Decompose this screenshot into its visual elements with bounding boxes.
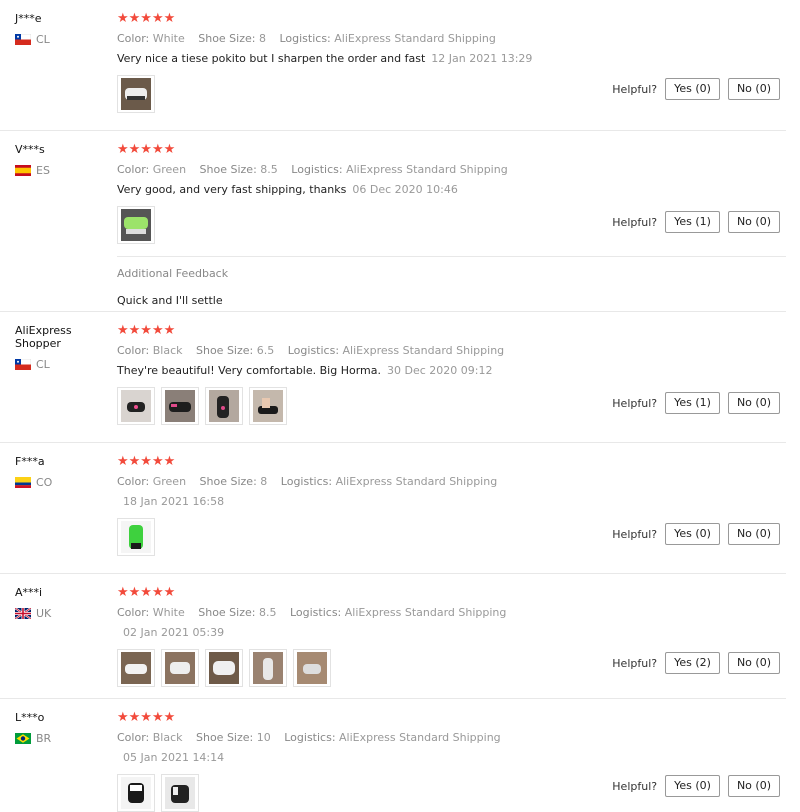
review-photo-thumbnail[interactable] [161,649,199,687]
flag-co-icon [15,477,31,488]
review-item: AliExpress Shopper CL ★★★★★ Color: Black… [0,312,786,443]
flag-es-icon [15,165,31,176]
review-text: Very good, and very fast shipping, thank… [117,183,458,196]
review-item: L***o BR ★★★★★ Color: Black Shoe Size: 1… [0,699,786,812]
reviewer-name: F***a [15,455,45,468]
flag-uk-icon [15,608,31,619]
reviewer-name: J***e [15,12,42,25]
flag-br-icon [15,733,31,744]
rating-stars: ★★★★★ [117,585,176,600]
reviewer-country: CO [15,476,115,489]
review-date: 18 Jan 2021 16:58 [123,495,225,508]
review-item: F***a CO ★★★★★ Color: Green Shoe Size: 8… [0,443,786,574]
review-item: A***i UK ★★★★★ Color: White Shoe Size: 8… [0,574,786,699]
helpful-yes-button[interactable]: Yes (0) [665,775,720,797]
review-photo-thumbnail[interactable] [249,649,287,687]
helpful-no-button[interactable]: No (0) [727,652,780,674]
review-photo-thumbnail[interactable] [293,649,331,687]
review-item: J***e CL ★★★★★ Color: White Shoe Size: 8… [0,0,786,131]
reviewer-country: BR [15,732,115,745]
review-photo-thumbnail[interactable] [205,387,243,425]
review-photo-thumbnail[interactable] [117,75,155,113]
review-photo-thumbnail[interactable] [249,387,287,425]
reviewer-country: UK [15,607,115,620]
helpful-controls: Helpful? Yes (0) No (0) [612,775,780,797]
review-meta: Color: Black Shoe Size: 6.5 Logistics: A… [117,344,505,357]
review-photo-thumbnail[interactable] [161,774,199,812]
helpful-yes-button[interactable]: Yes (2) [665,652,720,674]
helpful-no-button[interactable]: No (0) [727,211,780,233]
helpful-yes-button[interactable]: Yes (0) [665,523,720,545]
helpful-yes-button[interactable]: Yes (1) [665,392,720,414]
flag-cl-icon [15,34,31,45]
review-item: V***s ES ★★★★★ Color: Green Shoe Size: 8… [0,131,786,312]
review-photo-thumbnail[interactable] [205,649,243,687]
reviewer-name: AliExpress Shopper [15,324,72,350]
rating-stars: ★★★★★ [117,142,176,157]
review-text: 05 Jan 2021 14:14 [117,751,786,764]
reviewer-name: V***s [15,143,45,156]
review-date: 05 Jan 2021 14:14 [123,751,225,764]
reviewer-country: ES [15,164,115,177]
review-photo-thumbnail[interactable] [117,649,155,687]
rating-stars: ★★★★★ [117,11,176,26]
review-date: 12 Jan 2021 13:29 [431,52,533,65]
review-date: 06 Dec 2020 10:46 [352,183,458,196]
review-text: 18 Jan 2021 16:58 [117,495,786,508]
helpful-controls: Helpful? Yes (1) No (0) [612,211,780,233]
review-meta: Color: Black Shoe Size: 10 Logistics: Al… [117,731,501,744]
review-photo-thumbnail[interactable] [161,387,199,425]
review-photo-thumbnail[interactable] [117,206,155,244]
reviewer-name: A***i [15,586,43,599]
review-photo-thumbnail[interactable] [117,387,155,425]
helpful-yes-button[interactable]: Yes (0) [665,78,720,100]
rating-stars: ★★★★★ [117,323,176,338]
review-text: 02 Jan 2021 05:39 [117,626,786,639]
review-photo-thumbnail[interactable] [117,518,155,556]
helpful-yes-button[interactable]: Yes (1) [665,211,720,233]
flag-cl-icon [15,359,31,370]
review-text: They're beautiful! Very comfortable. Big… [117,364,493,377]
helpful-no-button[interactable]: No (0) [727,523,780,545]
helpful-controls: Helpful? Yes (0) No (0) [612,78,780,100]
helpful-no-button[interactable]: No (0) [727,78,780,100]
review-meta: Color: Green Shoe Size: 8 Logistics: Ali… [117,475,498,488]
review-text: Very nice a tiese pokito but I sharpen t… [117,52,533,65]
review-date: 02 Jan 2021 05:39 [123,626,225,639]
helpful-no-button[interactable]: No (0) [727,775,780,797]
rating-stars: ★★★★★ [117,454,176,469]
helpful-controls: Helpful? Yes (2) No (0) [612,652,780,674]
additional-feedback-title: Additional Feedback [117,267,229,280]
helpful-controls: Helpful? Yes (0) No (0) [612,523,780,545]
review-photo-thumbnail[interactable] [117,774,155,812]
review-meta: Color: White Shoe Size: 8 Logistics: Ali… [117,32,496,45]
review-date: 30 Dec 2020 09:12 [386,364,493,377]
rating-stars: ★★★★★ [117,710,176,725]
reviewer-country: CL [15,358,115,371]
review-meta: Color: Green Shoe Size: 8.5 Logistics: A… [117,163,508,176]
additional-feedback: Additional Feedback Quick and I'll settl… [117,256,786,307]
review-meta: Color: White Shoe Size: 8.5 Logistics: A… [117,606,507,619]
additional-feedback-text: Quick and I'll settle [117,294,223,307]
reviewer-country: CL [15,33,115,46]
helpful-controls: Helpful? Yes (1) No (0) [612,392,780,414]
helpful-no-button[interactable]: No (0) [727,392,780,414]
reviewer-name: L***o [15,711,45,724]
